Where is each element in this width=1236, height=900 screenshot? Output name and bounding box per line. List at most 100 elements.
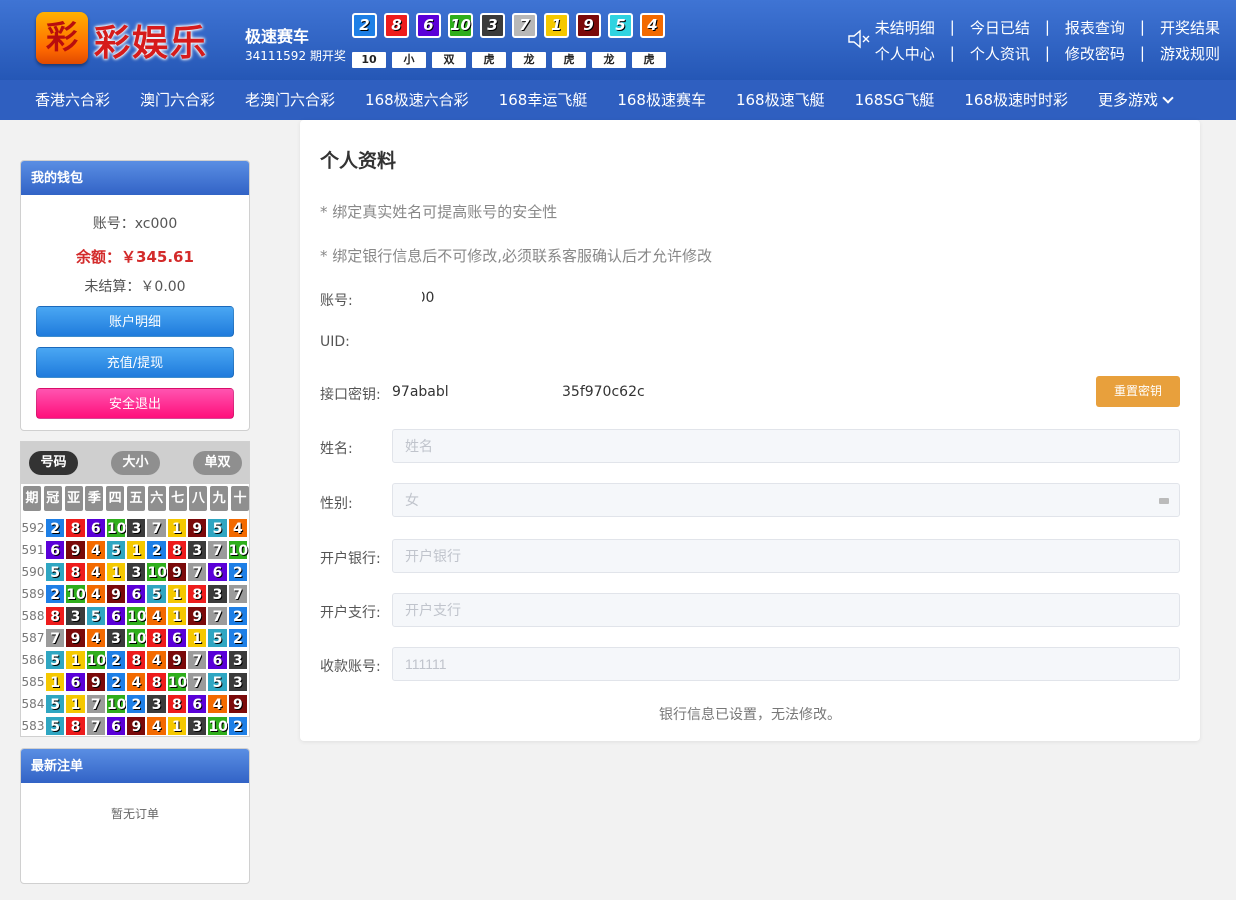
history-row: 584 5 1 7 10 2 3 8 6 4 9	[21, 693, 248, 715]
draw-ball: 10	[448, 13, 473, 38]
gender-select[interactable]: 女	[392, 483, 1180, 517]
history-number: 8	[146, 672, 167, 692]
draw-stat: 10	[352, 52, 386, 68]
draw-ball: 8	[384, 13, 409, 38]
game-nav: 香港六合彩 澳门六合彩 老澳门六合彩 168极速六合彩 168幸运飞艇 168极速赛车 16…	[0, 80, 1236, 120]
history-number: 2	[227, 606, 248, 626]
history-number: 8	[146, 628, 167, 648]
account-detail-button[interactable]: 账户明细	[36, 306, 234, 337]
history-column-header: 十	[230, 486, 249, 511]
nav-item[interactable]: 澳门六合彩	[140, 80, 215, 120]
history-number: 6	[85, 518, 106, 538]
personal-info-link[interactable]: 个人资讯	[970, 43, 1030, 64]
nav-item[interactable]: 168极速赛车	[617, 80, 706, 120]
history-issue: 583	[21, 719, 45, 733]
card-number-field[interactable]: 111111	[392, 647, 1180, 681]
history-number: 3	[207, 584, 228, 604]
draw-results-link[interactable]: 开奖结果	[1160, 17, 1220, 38]
history-number: 1	[65, 650, 86, 670]
notice-real-name: * 绑定真实姓名可提高账号的安全性	[320, 203, 558, 221]
history-number: 5	[45, 694, 66, 714]
unsettled-detail-link[interactable]: 未结明细	[875, 17, 935, 38]
history-number: 8	[187, 584, 208, 604]
history-number: 9	[187, 606, 208, 626]
history-number: 4	[227, 518, 248, 538]
top-header: 彩 彩娱乐 极速赛车 34111592 期开奖 2 8 6 10 3 7 1 9 5 4 10 小双…	[0, 0, 1236, 80]
history-number: 4	[146, 606, 167, 626]
history-number: 1	[65, 694, 86, 714]
history-number: 4	[85, 584, 106, 604]
history-column-header: 亚	[64, 486, 83, 511]
history-number: 9	[65, 628, 86, 648]
history-number: 2	[146, 540, 167, 560]
history-number: 4	[146, 716, 167, 736]
latest-draw-balls: 2 8 6 10 3 7 1 9 5 4	[352, 13, 672, 38]
wallet-balance: 余额：￥345.61	[76, 248, 194, 266]
history-row: 583 5 8 7 6 9 4 1 3 10 2	[21, 715, 248, 737]
site-logo[interactable]: 彩 彩娱乐	[36, 12, 214, 64]
today-settled-link[interactable]: 今日已结	[970, 17, 1030, 38]
history-number: 6	[187, 694, 208, 714]
history-number: 10	[146, 562, 167, 582]
name-input[interactable]	[392, 429, 1180, 463]
nav-item[interactable]: 168极速时时彩	[964, 80, 1068, 120]
history-number: 7	[187, 650, 208, 670]
history-column-header: 八	[189, 486, 208, 511]
history-number: 3	[105, 628, 127, 648]
history-number: 6	[65, 672, 86, 692]
history-number: 3	[227, 672, 248, 692]
personal-center-link[interactable]: 个人中心	[875, 43, 935, 64]
history-number: 7	[187, 672, 208, 692]
link-separator: |	[1044, 44, 1050, 62]
draw-stat: 双	[432, 52, 466, 68]
recharge-withdraw-button[interactable]: 充值/提现	[36, 347, 234, 378]
link-separator: |	[1139, 44, 1145, 62]
history-number: 5	[146, 584, 167, 604]
change-password-link[interactable]: 修改密码	[1065, 43, 1125, 64]
report-query-link[interactable]: 报表查询	[1065, 17, 1125, 38]
history-number: 6	[105, 606, 127, 626]
bank-input[interactable]	[392, 539, 1180, 573]
tab-numbers[interactable]: 号码	[29, 451, 78, 475]
history-row: 592 2 8 6 10 3 7 1 9 5 4	[21, 517, 248, 539]
orders-empty-text: 暂无订单	[110, 807, 159, 821]
history-number: 10	[85, 650, 106, 670]
tab-odd-even[interactable]: 单双	[193, 451, 242, 475]
nav-item[interactable]: 老澳门六合彩	[245, 80, 335, 120]
wallet-title: 我的钱包	[21, 161, 249, 195]
gender-label: 性别:	[320, 496, 353, 512]
nav-more-games[interactable]: 更多游戏	[1098, 80, 1174, 120]
history-column-header: 六	[147, 486, 166, 511]
header-links: 未结明细 | 今日已结 | 报表查询 | 开奖结果 个人中心 | 个人资讯 | 修改密码 | 游戏规则	[850, 14, 1220, 66]
history-issue: 588	[21, 609, 45, 623]
api-key-value-end: 35f970c62c	[562, 384, 645, 400]
chevron-down-icon	[1162, 92, 1174, 104]
game-rules-link[interactable]: 游戏规则	[1160, 43, 1220, 64]
nav-item[interactable]: 168SG飞艇	[855, 80, 935, 120]
nav-item[interactable]: 168幸运飞艇	[499, 80, 588, 120]
logout-button[interactable]: 安全退出	[36, 388, 234, 419]
history-number: 1	[166, 716, 188, 736]
history-issue: 585	[21, 675, 45, 689]
history-number: 10	[227, 540, 248, 560]
history-number: 10	[105, 694, 126, 714]
history-number: 2	[227, 562, 248, 582]
api-key-value-start: 97ababl	[392, 384, 449, 400]
history-number: 8	[65, 562, 86, 582]
history-number: 5	[45, 716, 66, 736]
card-number-value: 111111	[405, 656, 447, 672]
branch-input[interactable]	[392, 593, 1180, 627]
nav-item[interactable]: 168极速飞艇	[736, 80, 825, 120]
nav-item[interactable]: 香港六合彩	[35, 80, 110, 120]
history-number: 10	[126, 628, 147, 648]
reset-key-button[interactable]: 重置密钥	[1096, 376, 1180, 407]
history-number: 9	[65, 540, 86, 560]
history-row: 585 1 6 9 2 4 8 10 7 5 3	[21, 671, 248, 693]
current-game-name: 极速赛车	[245, 27, 310, 46]
history-column-header: 四	[106, 486, 125, 511]
nav-item[interactable]: 168极速六合彩	[365, 80, 469, 120]
current-issue: 34111592 期开奖	[245, 49, 346, 63]
tab-big-small[interactable]: 大小	[111, 451, 160, 475]
link-separator: |	[949, 18, 955, 36]
history-number: 9	[166, 562, 188, 582]
